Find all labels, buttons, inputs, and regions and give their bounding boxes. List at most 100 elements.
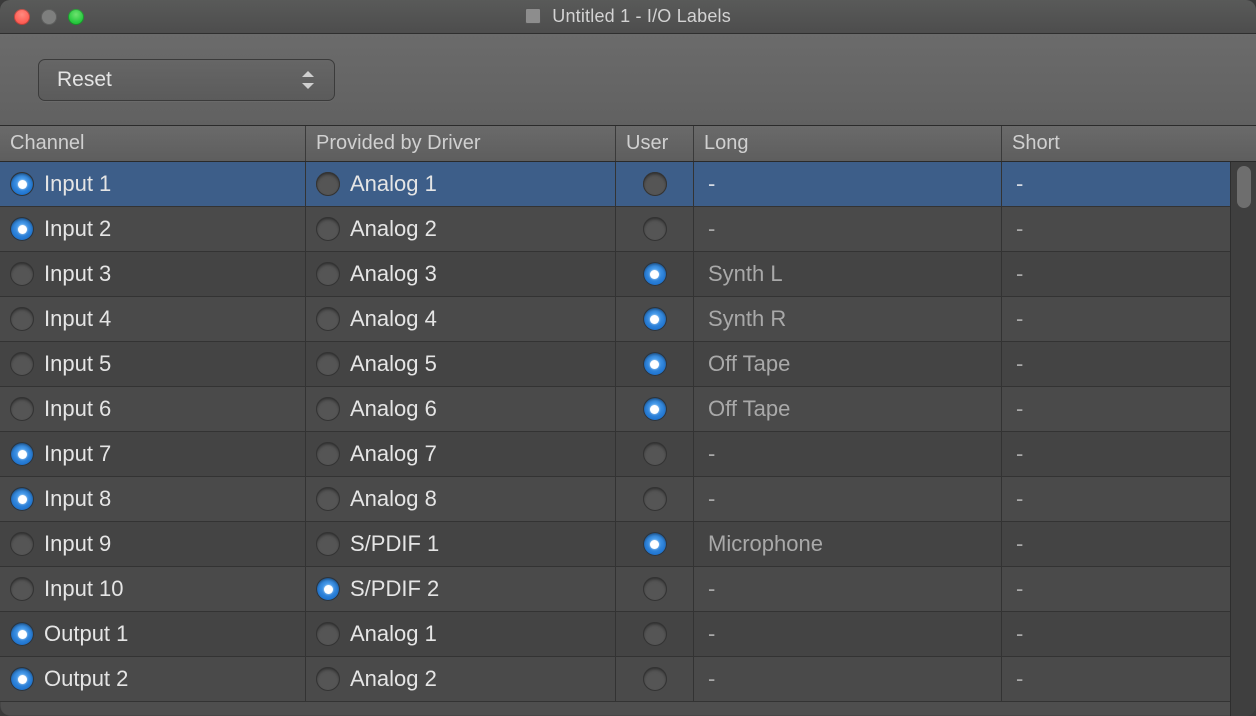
user-radio[interactable] [643, 667, 667, 691]
header-channel[interactable]: Channel [0, 126, 306, 161]
long-label[interactable]: - [708, 441, 715, 467]
short-label[interactable]: - [1016, 666, 1023, 692]
table-row[interactable]: Input 7Analog 7-- [0, 432, 1256, 477]
table-row[interactable]: Input 1Analog 1-- [0, 162, 1256, 207]
channel-radio[interactable] [10, 487, 34, 511]
vertical-scrollbar[interactable] [1230, 162, 1256, 716]
driver-label: Analog 5 [350, 351, 437, 377]
user-radio[interactable] [643, 307, 667, 331]
short-label[interactable]: - [1016, 531, 1023, 557]
table-row[interactable]: Input 9 S/PDIF 1 Microphone - [0, 522, 1256, 567]
user-radio[interactable] [643, 577, 667, 601]
channel-radio[interactable] [10, 262, 34, 286]
long-label[interactable]: - [708, 486, 715, 512]
driver-radio[interactable] [316, 577, 340, 601]
channel-radio[interactable] [10, 442, 34, 466]
driver-radio[interactable] [316, 397, 340, 421]
driver-radio[interactable] [316, 352, 340, 376]
channel-label: Input 2 [44, 216, 111, 242]
table-row[interactable]: Input 8Analog 8-- [0, 477, 1256, 522]
long-label[interactable]: Synth R [708, 306, 786, 332]
short-label[interactable]: - [1016, 171, 1023, 197]
window-title: Untitled 1 - I/O Labels [0, 6, 1256, 27]
table-row[interactable]: Output 2Analog 2-- [0, 657, 1256, 702]
driver-label: Analog 4 [350, 306, 437, 332]
short-label[interactable]: - [1016, 306, 1023, 332]
user-radio[interactable] [643, 397, 667, 421]
table-row[interactable]: Input 5Analog 5Off Tape- [0, 342, 1256, 387]
table-row[interactable]: Output 1 Analog 1 - - [0, 612, 1256, 657]
reset-dropdown[interactable]: Reset [38, 59, 335, 101]
table-body: Input 1Analog 1--Input 2Analog 2--Input … [0, 162, 1256, 716]
channel-radio[interactable] [10, 577, 34, 601]
short-label[interactable]: - [1016, 486, 1023, 512]
driver-radio[interactable] [316, 487, 340, 511]
user-radio[interactable] [643, 442, 667, 466]
short-label[interactable]: - [1016, 441, 1023, 467]
channel-radio[interactable] [10, 532, 34, 556]
header-user[interactable]: User [616, 126, 694, 161]
window-title-text: Untitled 1 - I/O Labels [552, 6, 731, 26]
driver-radio[interactable] [316, 307, 340, 331]
channel-label: Input 1 [44, 171, 111, 197]
driver-label: S/PDIF 1 [350, 531, 439, 557]
table-row[interactable]: Input 4Analog 4Synth R- [0, 297, 1256, 342]
header-scroll-gutter [1222, 126, 1256, 161]
short-label[interactable]: - [1016, 261, 1023, 287]
header-driver[interactable]: Provided by Driver [306, 126, 616, 161]
short-label[interactable]: - [1016, 216, 1023, 242]
driver-radio[interactable] [316, 667, 340, 691]
reset-dropdown-label: Reset [57, 68, 112, 92]
user-radio[interactable] [643, 217, 667, 241]
user-radio[interactable] [643, 622, 667, 646]
user-radio[interactable] [643, 172, 667, 196]
driver-radio[interactable] [316, 622, 340, 646]
header-long[interactable]: Long [694, 126, 1002, 161]
long-label[interactable]: Off Tape [708, 396, 790, 422]
table-row[interactable]: Input 3 Analog 3 Synth L - [0, 252, 1256, 297]
channel-radio[interactable] [10, 622, 34, 646]
channel-label: Input 3 [44, 261, 111, 287]
driver-label: Analog 3 [350, 261, 437, 287]
long-label[interactable]: - [708, 216, 715, 242]
header-short[interactable]: Short [1002, 126, 1222, 161]
long-label[interactable]: Microphone [708, 531, 823, 557]
channel-label: Input 10 [44, 576, 124, 602]
channel-radio[interactable] [10, 352, 34, 376]
channel-radio[interactable] [10, 307, 34, 331]
channel-label: Input 8 [44, 486, 111, 512]
channel-label: Input 9 [44, 531, 111, 557]
long-label[interactable]: - [708, 576, 715, 602]
table-row[interactable]: Input 10S/PDIF 2-- [0, 567, 1256, 612]
long-label[interactable]: - [708, 621, 715, 647]
channel-radio[interactable] [10, 172, 34, 196]
channel-radio[interactable] [10, 397, 34, 421]
user-radio[interactable] [643, 532, 667, 556]
channel-label: Output 1 [44, 621, 128, 647]
long-label[interactable]: - [708, 171, 715, 197]
user-radio[interactable] [643, 262, 667, 286]
driver-radio[interactable] [316, 172, 340, 196]
user-radio[interactable] [643, 352, 667, 376]
driver-radio[interactable] [316, 262, 340, 286]
driver-label: Analog 2 [350, 666, 437, 692]
long-label[interactable]: - [708, 666, 715, 692]
short-label[interactable]: - [1016, 351, 1023, 377]
table-row[interactable]: Input 6Analog 6Off Tape- [0, 387, 1256, 432]
titlebar[interactable]: Untitled 1 - I/O Labels [0, 0, 1256, 34]
scrollbar-thumb[interactable] [1237, 166, 1251, 208]
driver-radio[interactable] [316, 217, 340, 241]
channel-radio[interactable] [10, 217, 34, 241]
driver-label: Analog 1 [350, 621, 437, 647]
user-radio[interactable] [643, 487, 667, 511]
driver-radio[interactable] [316, 442, 340, 466]
driver-label: Analog 7 [350, 441, 437, 467]
table-row[interactable]: Input 2Analog 2-- [0, 207, 1256, 252]
short-label[interactable]: - [1016, 576, 1023, 602]
short-label[interactable]: - [1016, 396, 1023, 422]
long-label[interactable]: Off Tape [708, 351, 790, 377]
driver-radio[interactable] [316, 532, 340, 556]
long-label[interactable]: Synth L [708, 261, 783, 287]
channel-radio[interactable] [10, 667, 34, 691]
short-label[interactable]: - [1016, 621, 1023, 647]
